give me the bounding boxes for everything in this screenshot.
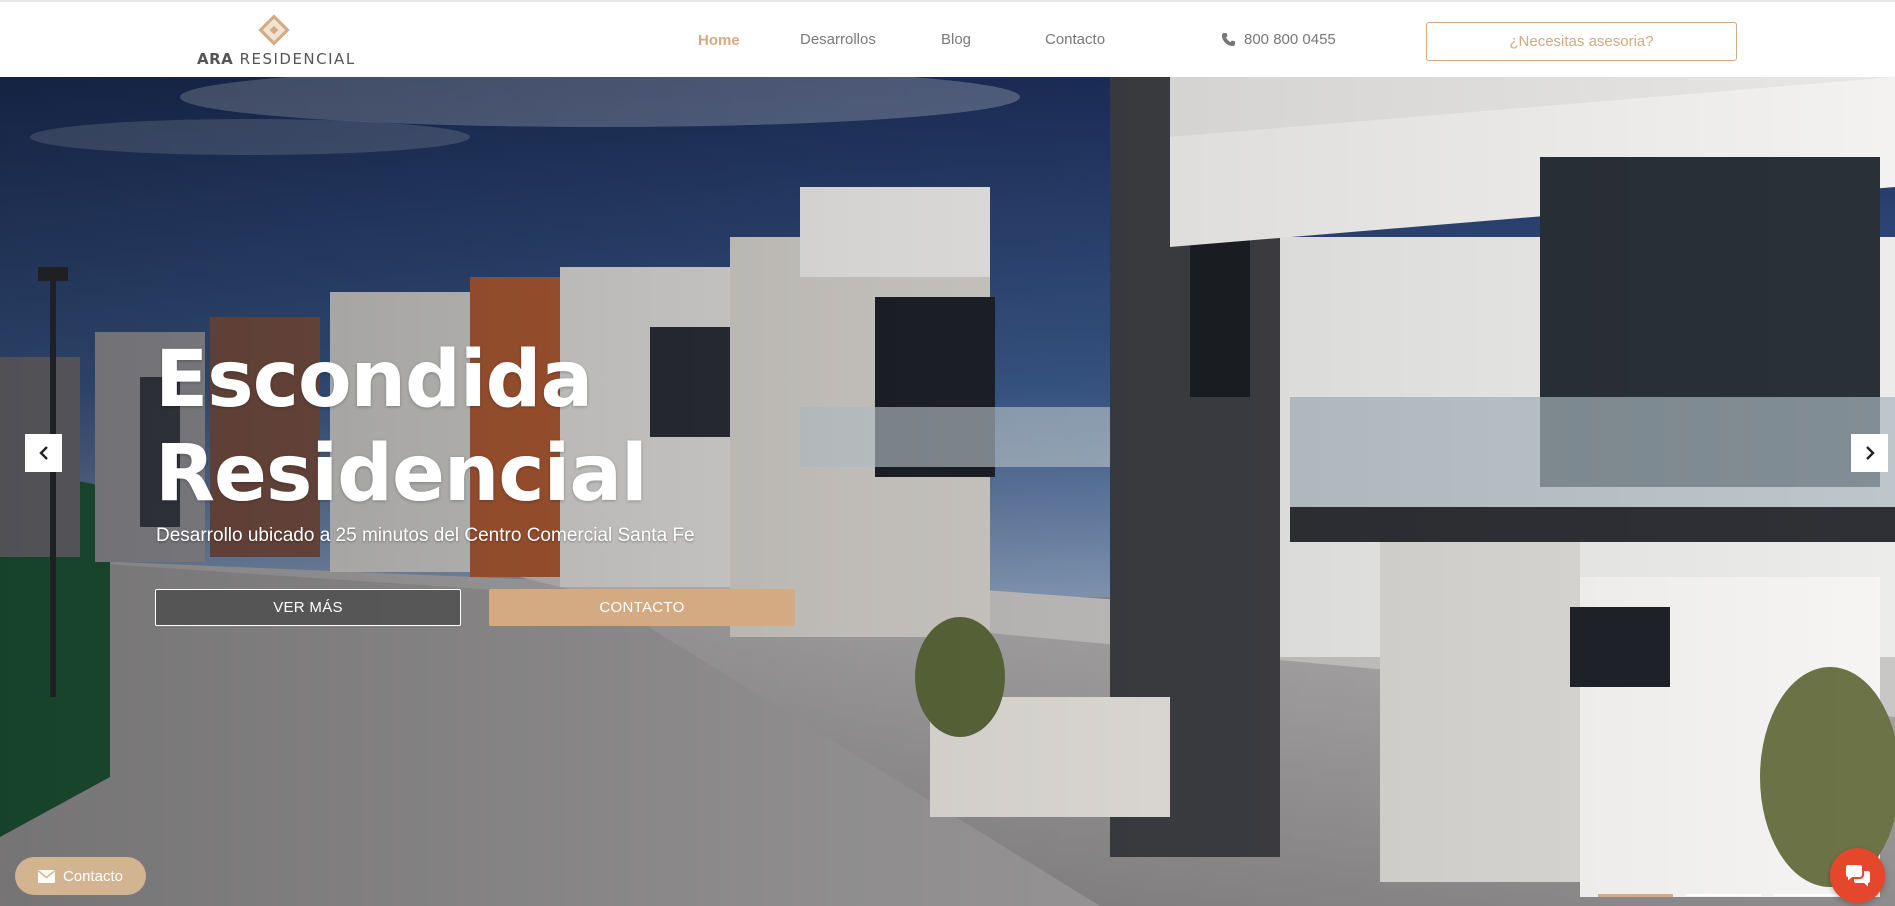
slide-indicator[interactable]: [1686, 894, 1761, 896]
ver-mas-button[interactable]: VER MÁS: [155, 589, 461, 626]
contacto-button[interactable]: CONTACTO: [489, 589, 795, 626]
envelope-icon: [37, 869, 55, 883]
slider-prev-button[interactable]: [25, 434, 62, 472]
site-header: ARA RESIDENCIAL Home Desarrollos Blog Co…: [0, 0, 1895, 77]
chevron-left-icon: [38, 446, 48, 460]
hero-title: Escondida Residencial: [155, 335, 648, 519]
phone-link[interactable]: 800 800 0455: [1221, 31, 1336, 48]
slider-indicators: [0, 894, 1895, 898]
diamond-logo-icon: [258, 14, 290, 46]
phone-number: 800 800 0455: [1244, 31, 1336, 48]
nav-desarrollos[interactable]: Desarrollos: [800, 31, 876, 48]
asesoria-button[interactable]: ¿Necesitas asesoria?: [1426, 22, 1737, 61]
ara-residencial-logo[interactable]: ARA RESIDENCIAL: [197, 14, 357, 70]
floating-contact-button[interactable]: Contacto: [15, 857, 146, 895]
chat-button[interactable]: [1830, 848, 1885, 903]
nav-blog[interactable]: Blog: [941, 31, 971, 48]
phone-icon: [1221, 32, 1236, 47]
logo-wordmark: ARA RESIDENCIAL: [197, 50, 356, 68]
chat-bubbles-icon: [1845, 864, 1870, 886]
nav-contacto[interactable]: Contacto: [1045, 31, 1105, 48]
chevron-right-icon: [1865, 446, 1875, 460]
hero-subtitle: Desarrollo ubicado a 25 minutos del Cent…: [156, 525, 695, 546]
floating-contact-label: Contacto: [62, 867, 124, 885]
nav-home[interactable]: Home: [698, 32, 740, 49]
slide-indicator[interactable]: [1598, 894, 1673, 897]
hero-slider: Escondida Residencial Desarrollo ubicado …: [0, 77, 1895, 906]
slider-next-button[interactable]: [1851, 434, 1888, 472]
